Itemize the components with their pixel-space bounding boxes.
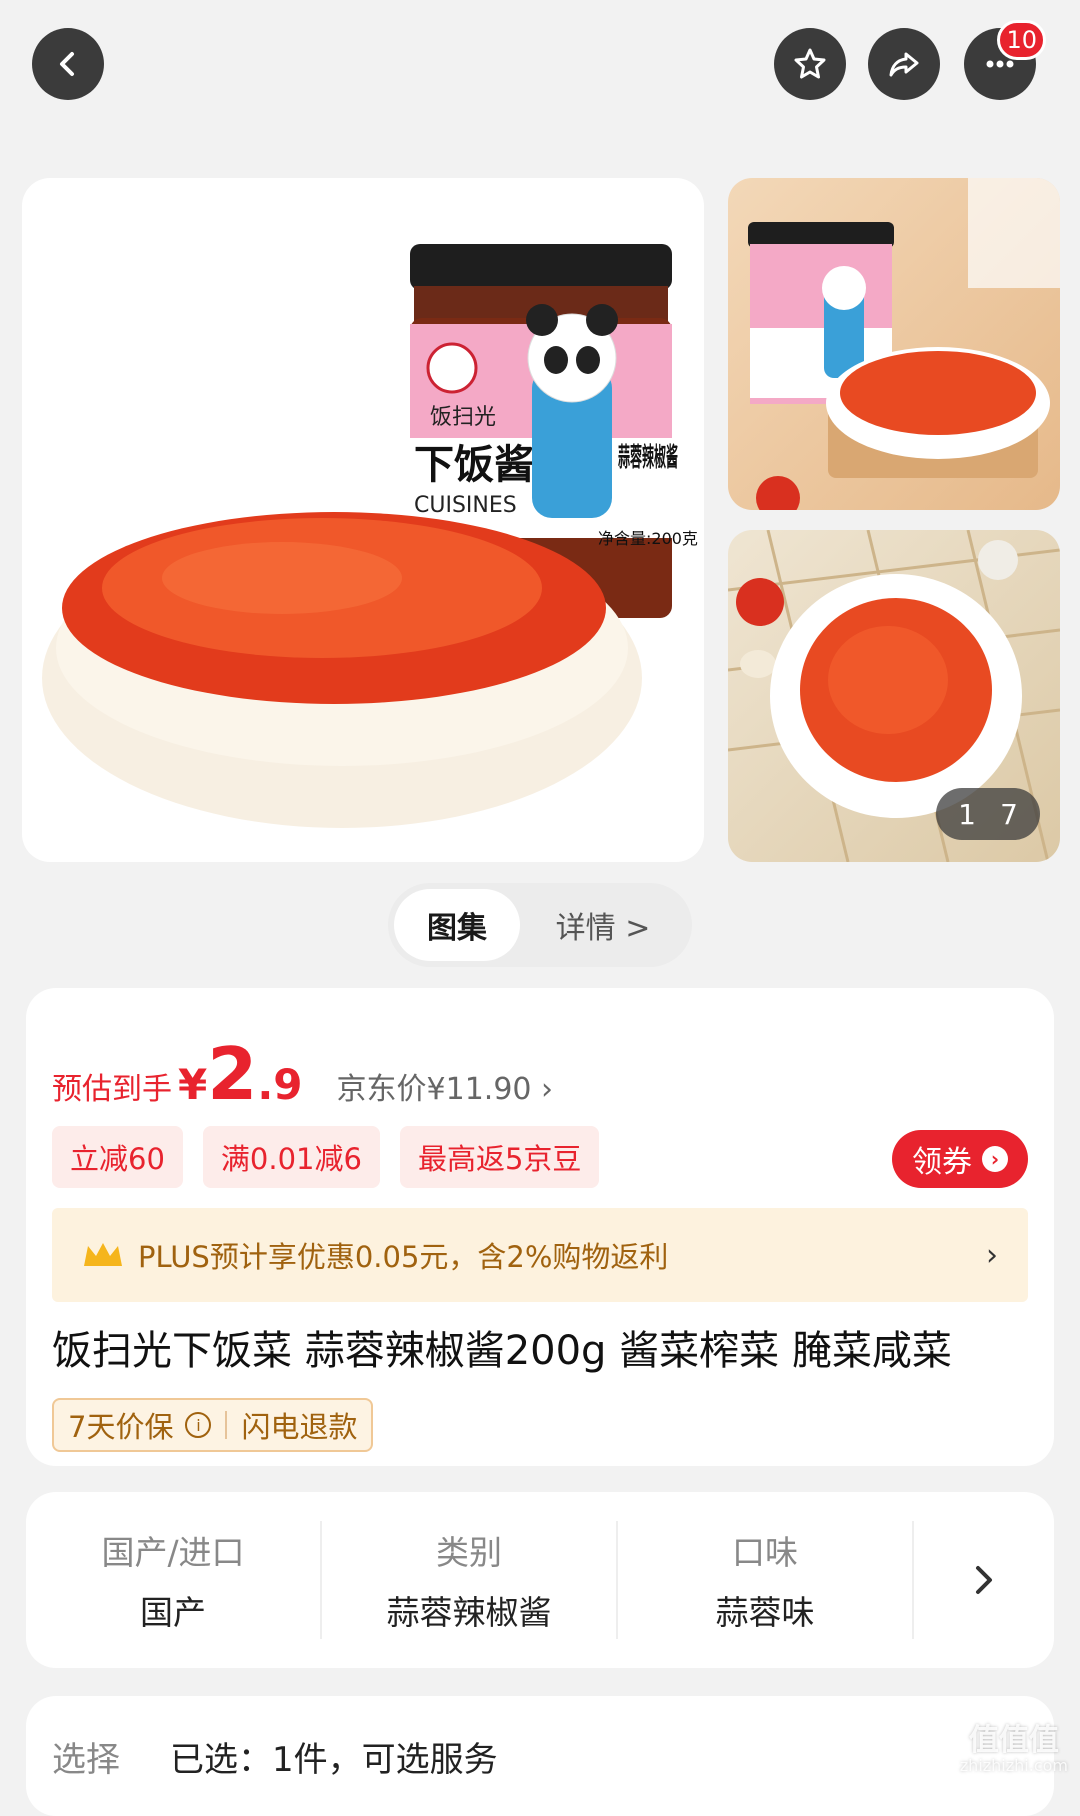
back-button[interactable] [32, 28, 104, 100]
price-integer: 2 [207, 1032, 258, 1116]
claim-coupon-label: 领券 [912, 1145, 972, 1180]
chevron-right-icon: › [982, 1146, 1008, 1172]
share-icon [889, 52, 919, 77]
jd-price-link[interactable]: 京东价¥11.90 › [337, 1064, 554, 1108]
plus-benefit-bar[interactable]: PLUS预计享优惠0.05元，含2%购物返利 › [52, 1208, 1028, 1302]
tab-details[interactable]: 详情 > [520, 903, 686, 947]
claim-coupon-button[interactable]: 领券 › [892, 1130, 1028, 1188]
product-title: 饭扫光下饭菜 蒜蓉辣椒酱200g 酱菜榨菜 腌菜咸菜 [52, 1328, 952, 1374]
info-icon[interactable]: i [185, 1412, 212, 1438]
svg-text:蒜蓉辣椒酱: 蒜蓉辣椒酱 [618, 442, 678, 473]
counter-total: 7 [1000, 797, 1018, 831]
coupon-list: 立减60 满0.01减6 最高返5京豆 [52, 1126, 600, 1188]
attribute-value: 蒜蓉辣椒酱 [386, 1593, 552, 1632]
chevron-right-icon[interactable] [914, 1560, 1054, 1600]
attribute-key: 类别 [436, 1533, 502, 1572]
site-watermark: 值值值 zhizhizhi.com [960, 1724, 1068, 1775]
thumb-photo-1 [748, 178, 1060, 510]
image-gallery: 饭扫光 下饭酱 CUISINES 蒜蓉辣椒酱 净含量:200克 [0, 178, 1080, 862]
thumbnail-1[interactable] [728, 178, 1060, 510]
currency-symbol: ¥ [178, 1060, 208, 1109]
service-guarantee[interactable]: 7天价保 i 闪电退款 [52, 1398, 374, 1452]
product-photo: 饭扫光 下饭酱 CUISINES 蒜蓉辣椒酱 净含量:200克 [42, 244, 698, 828]
attribute-value: 国产 [140, 1593, 206, 1632]
divider [225, 1411, 228, 1439]
crown-icon [84, 1243, 122, 1266]
svg-text:下饭酱: 下饭酱 [414, 442, 534, 488]
svg-text:饭扫光: 饭扫光 [430, 405, 496, 430]
attribute-category: 类别 蒜蓉辣椒酱 [322, 1521, 618, 1639]
price-card: 预估到手 ¥ 2 .9 京东价¥11.90 › 立减60 满0.01减6 最高返… [26, 988, 1054, 1466]
selection-label: 选择 [52, 1740, 120, 1780]
fast-refund-label: 闪电退款 [241, 1410, 358, 1444]
coupon-tag[interactable]: 立减60 [52, 1126, 183, 1188]
svg-text:CUISINES: CUISINES [414, 493, 517, 518]
notification-badge: 10 [997, 20, 1046, 60]
attribute-origin: 国产/进口 国产 [26, 1521, 322, 1639]
chevron-right-icon: › [986, 1237, 998, 1273]
attribute-value: 蒜蓉味 [715, 1593, 815, 1632]
svg-text:净含量:200克: 净含量:200克 [598, 529, 698, 548]
selection-card[interactable]: 选择 已选：1件，可选服务 [26, 1696, 1054, 1816]
image-counter: 1 7 [936, 788, 1040, 840]
attribute-key: 口味 [732, 1533, 798, 1572]
price-decimal: .9 [257, 1060, 303, 1109]
price-row: 预估到手 ¥ 2 .9 京东价¥11.90 › [52, 1038, 553, 1110]
more-button[interactable]: 10 [964, 20, 1046, 100]
coupon-tag[interactable]: 最高返5京豆 [399, 1126, 600, 1188]
star-icon [794, 48, 826, 79]
price-protection-label: 7天价保 [68, 1410, 174, 1444]
share-button[interactable] [868, 28, 940, 100]
attribute-flavor: 口味 蒜蓉味 [618, 1521, 914, 1639]
selection-value: 已选：1件，可选服务 [170, 1740, 498, 1780]
thumbnail-2[interactable]: 1 7 [728, 530, 1060, 862]
coupon-tag[interactable]: 满0.01减6 [202, 1126, 380, 1188]
attribute-key: 国产/进口 [101, 1533, 245, 1572]
favorite-button[interactable] [774, 28, 846, 100]
watermark-url: zhizhizhi.com [959, 1756, 1068, 1776]
main-product-image[interactable]: 饭扫光 下饭酱 CUISINES 蒜蓉辣椒酱 净含量:200克 [22, 178, 704, 862]
counter-current: 1 [958, 797, 976, 831]
watermark-logo: 值值值 [968, 1723, 1059, 1759]
top-bar: 10 [0, 0, 1080, 130]
attributes-card[interactable]: 国产/进口 国产 类别 蒜蓉辣椒酱 口味 蒜蓉味 [26, 1492, 1054, 1668]
estimated-price-label: 预估到手 [52, 1072, 172, 1107]
gallery-detail-toggle: 图集 详情 > [388, 883, 692, 967]
tab-gallery[interactable]: 图集 [394, 889, 520, 961]
chevron-left-icon [60, 52, 74, 76]
plus-benefit-text: PLUS预计享优惠0.05元，含2%购物返利 [138, 1240, 669, 1274]
